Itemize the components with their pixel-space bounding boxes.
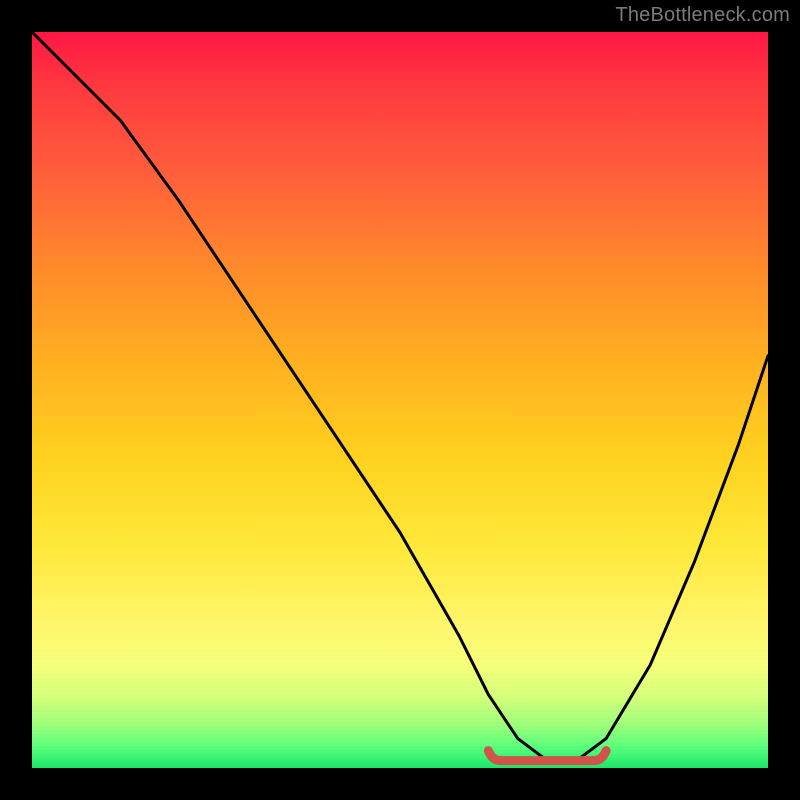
bottleneck-curve <box>32 32 768 761</box>
plot-area <box>32 32 768 768</box>
curve-svg <box>32 32 768 768</box>
chart-frame: TheBottleneck.com <box>0 0 800 800</box>
watermark-text: TheBottleneck.com <box>615 4 790 27</box>
